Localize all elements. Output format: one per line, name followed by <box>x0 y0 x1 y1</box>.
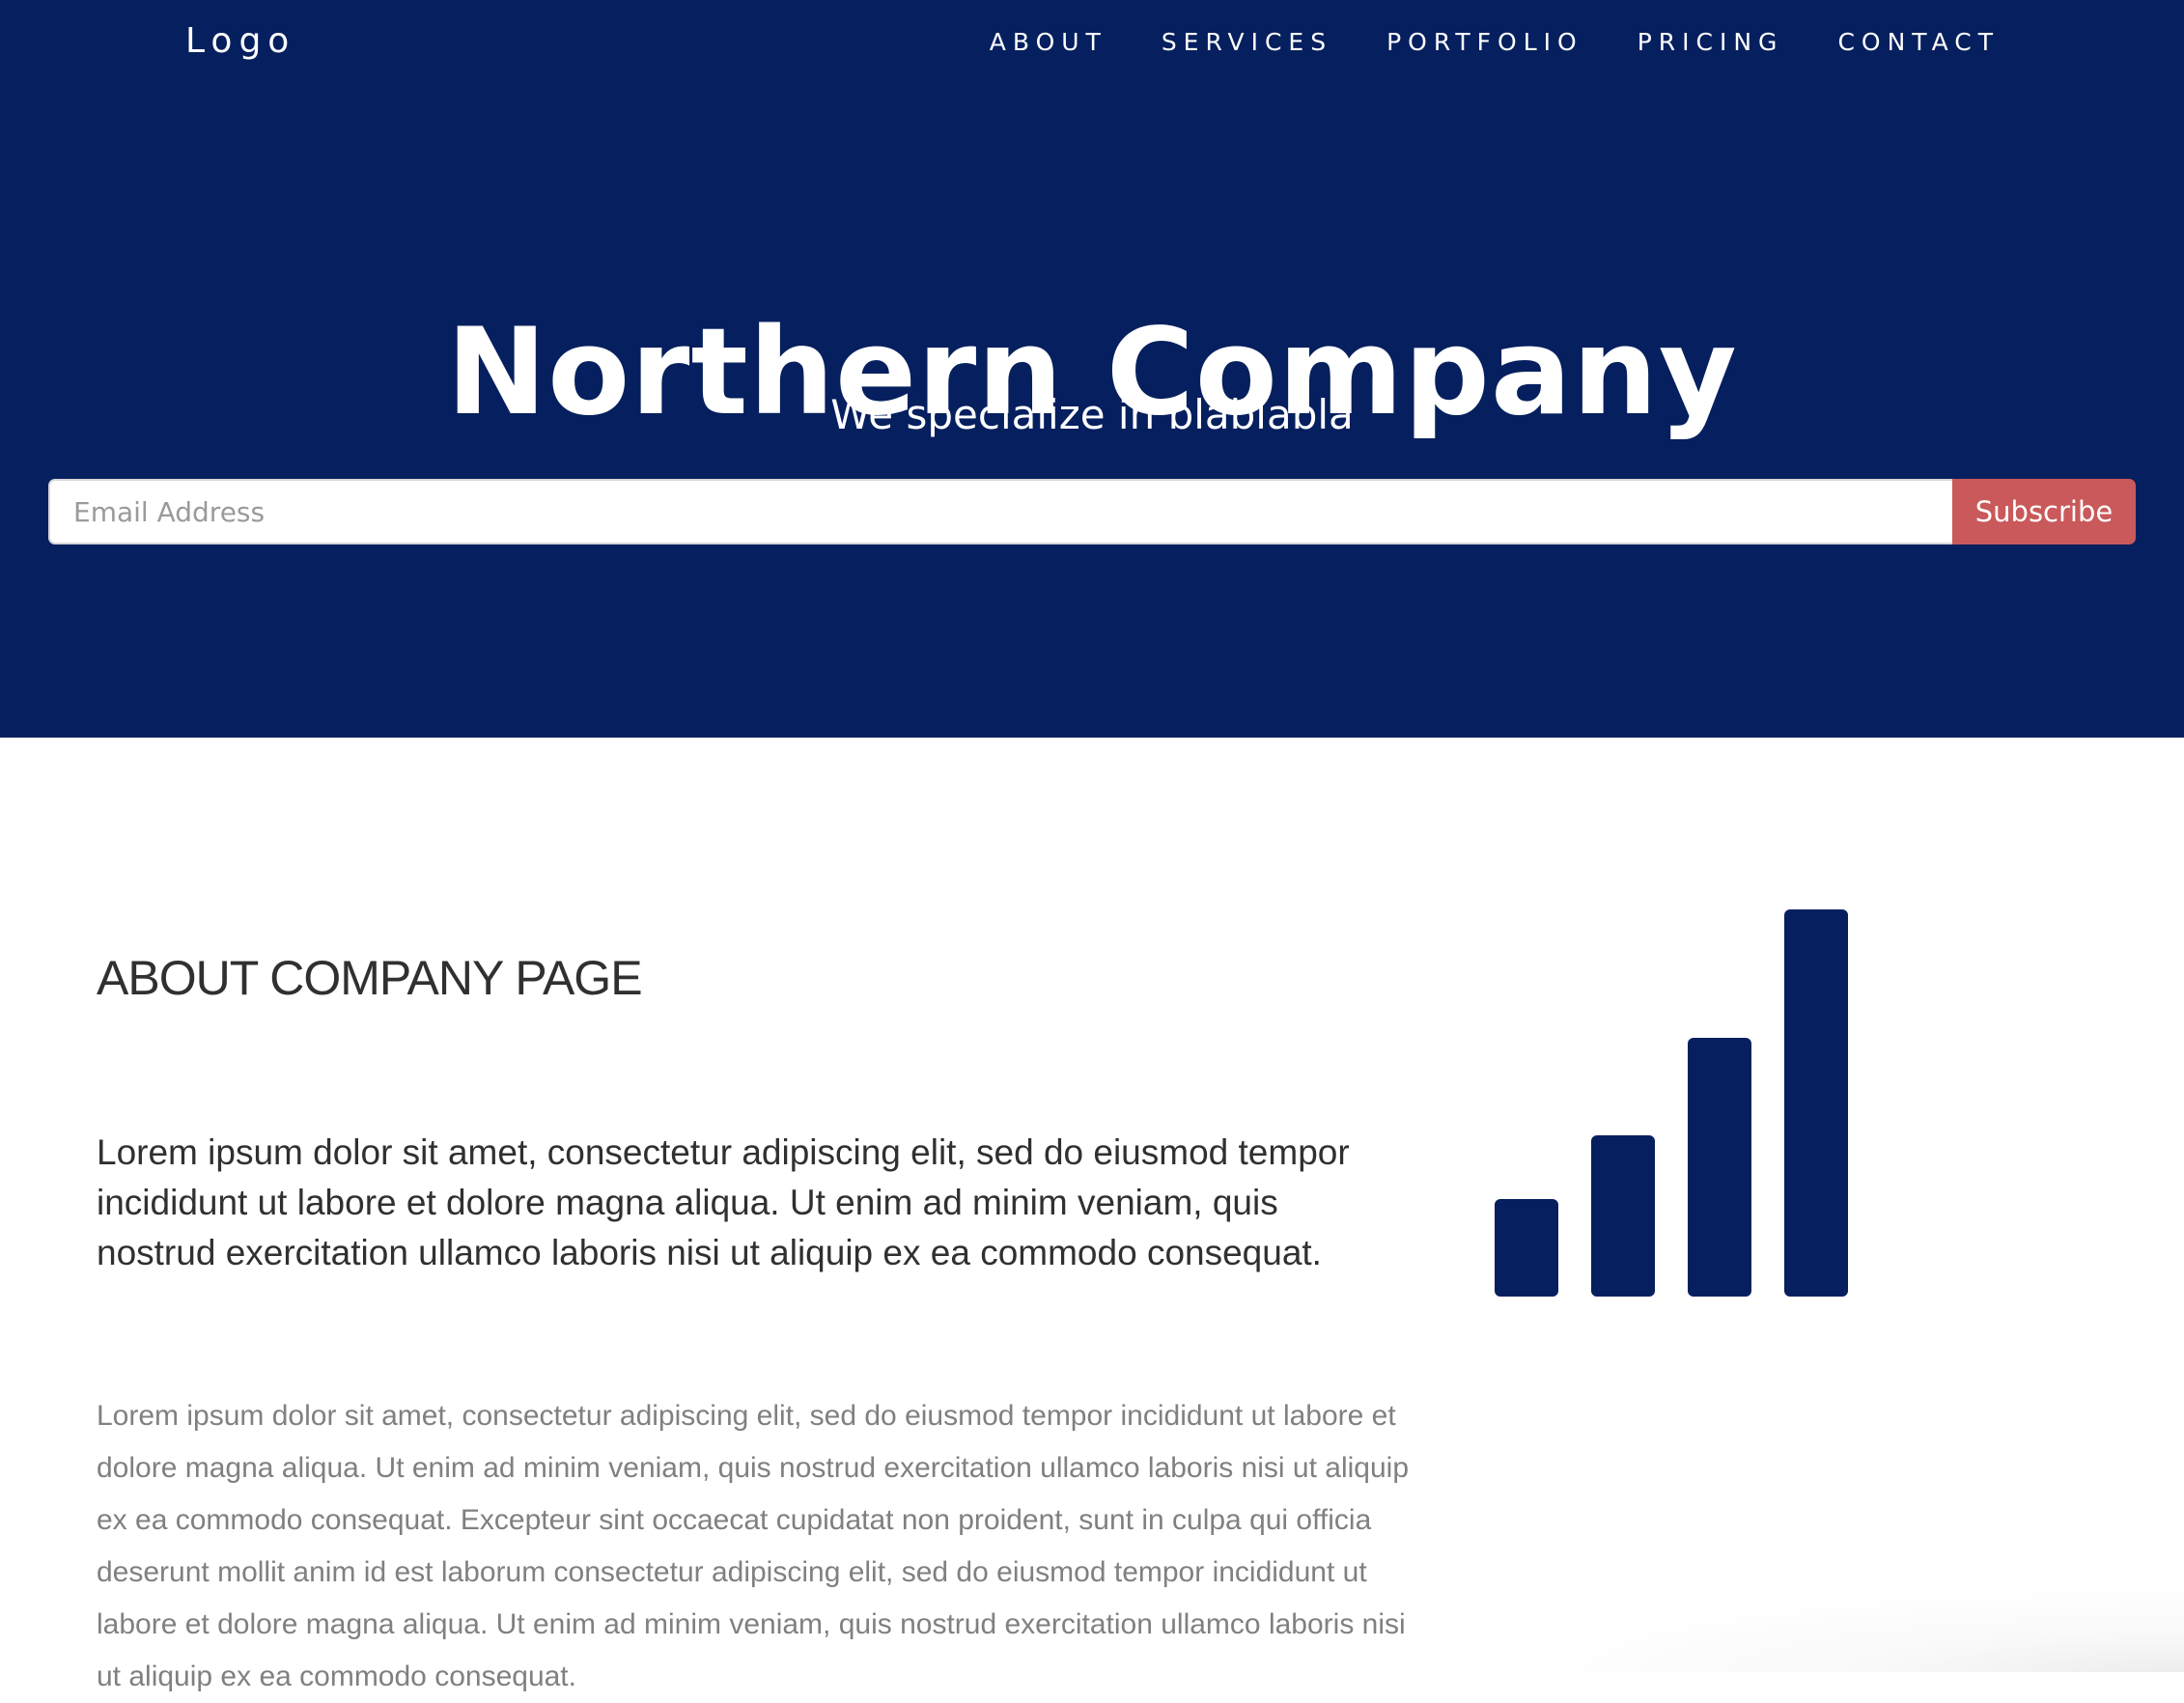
about-lead-text: Lorem ipsum dolor sit amet, consectetur … <box>97 1132 1350 1272</box>
email-input[interactable] <box>48 479 1952 544</box>
nav-pricing[interactable]: PRICING <box>1638 21 1784 64</box>
about-title: ABOUT COMPANY PAGE <box>97 951 643 1005</box>
logo[interactable]: Logo <box>185 17 295 66</box>
main-navigation: ABOUT SERVICES PORTFOLIO PRICING CONTACT <box>936 21 2000 64</box>
nav-contact[interactable]: CONTACT <box>1837 21 2000 64</box>
signal-bars-icon <box>1495 909 1848 1297</box>
subscribe-button[interactable]: Subscribe <box>1952 479 2136 544</box>
nav-portfolio[interactable]: PORTFOLIO <box>1386 21 1583 64</box>
subscribe-form: Subscribe <box>48 479 2136 544</box>
hero-section: Logo ABOUT SERVICES PORTFOLIO PRICING CO… <box>0 0 2184 738</box>
nav-about[interactable]: ABOUT <box>990 21 1107 64</box>
about-body-text: Lorem ipsum dolor sit amet, consectetur … <box>97 1400 1410 1692</box>
hero-subtitle: We specialize in blablabla <box>830 391 1354 438</box>
nav-services[interactable]: SERVICES <box>1162 21 1332 64</box>
